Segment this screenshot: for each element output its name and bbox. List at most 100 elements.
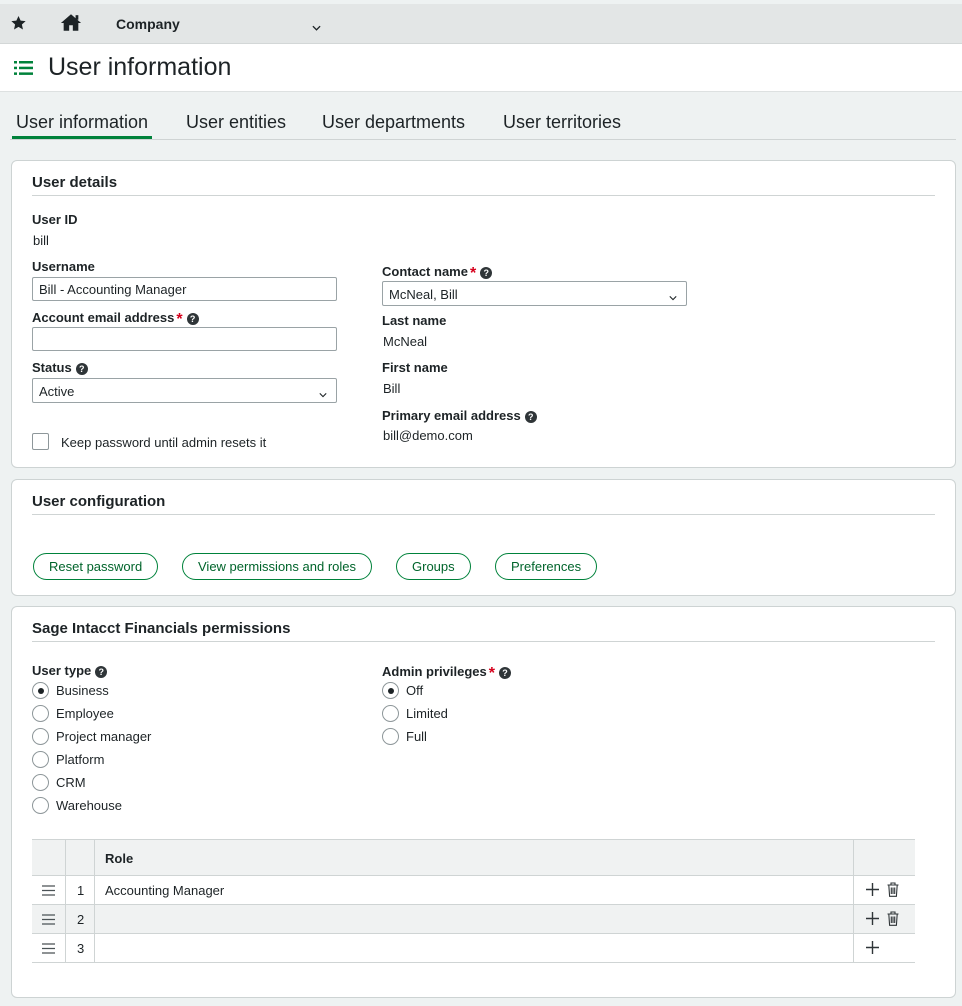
table-row: 1 Accounting Manager	[32, 876, 915, 905]
radio-button[interactable]	[382, 728, 399, 745]
grid-header-drag-cell	[32, 840, 66, 875]
help-icon[interactable]: ?	[480, 267, 493, 279]
help-icon[interactable]: ?	[498, 667, 511, 679]
email-label: Account email address *?	[32, 309, 199, 328]
required-asterisk: *	[176, 311, 183, 328]
radio-label: Off	[406, 683, 424, 698]
radio-label: CRM	[56, 775, 86, 790]
page-title: User information	[48, 53, 232, 81]
page-header: User information	[0, 44, 962, 92]
groups-button[interactable]: Groups	[396, 553, 471, 580]
trash-icon[interactable]	[887, 911, 899, 929]
radio-label: Employee	[56, 706, 114, 721]
contact-name-select-value: McNeal, Bill	[389, 287, 458, 302]
contact-name-select[interactable]: McNeal, Bill	[382, 281, 687, 306]
section-title: Sage Intacct Financials permissions	[32, 620, 935, 642]
favorites-star-icon[interactable]	[10, 15, 27, 34]
tab-user-entities[interactable]: User entities	[186, 112, 286, 139]
radio-button[interactable]	[32, 797, 49, 814]
role-cell[interactable]: Accounting Manager	[105, 883, 224, 898]
tab-user-departments[interactable]: User departments	[322, 112, 465, 139]
view-permissions-button[interactable]: View permissions and roles	[182, 553, 372, 580]
actions-cell	[853, 876, 915, 904]
first-name-label: First name	[382, 360, 448, 375]
radio-button[interactable]	[32, 751, 49, 768]
row-number: 2	[77, 912, 85, 927]
drag-handle-icon[interactable]	[42, 942, 55, 957]
keep-password-checkbox[interactable]	[32, 433, 49, 450]
radio-button[interactable]	[32, 682, 49, 699]
home-icon[interactable]	[60, 13, 82, 35]
drag-handle-icon[interactable]	[42, 884, 55, 899]
user-configuration-card: User configuration Reset password View p…	[11, 479, 956, 596]
radio-button[interactable]	[32, 705, 49, 722]
company-selector[interactable]: Company	[116, 16, 180, 32]
status-label: Status?	[32, 360, 88, 375]
drag-cell	[32, 876, 66, 904]
last-name-value: McNeal	[383, 334, 428, 349]
radio-label: Project manager	[56, 729, 152, 744]
last-name-label: Last name	[382, 313, 447, 328]
username-label: Username	[32, 259, 95, 274]
preferences-button[interactable]: Preferences	[495, 553, 598, 580]
radio-label: Full	[406, 729, 427, 744]
tab-bar: User information User entities User depa…	[10, 108, 956, 140]
reset-password-button[interactable]: Reset password	[33, 553, 159, 580]
drag-cell	[32, 905, 66, 933]
user-id-label: User ID	[32, 212, 78, 227]
user-type-label: User type?	[32, 663, 108, 678]
help-icon[interactable]: ?	[524, 411, 537, 423]
chevron-down-icon	[669, 289, 677, 304]
help-icon[interactable]: ?	[186, 313, 199, 325]
radio-button[interactable]	[382, 705, 399, 722]
add-row-icon[interactable]	[866, 941, 879, 957]
radio-label: Limited	[406, 706, 448, 721]
radio-button[interactable]	[382, 682, 399, 699]
section-title: User configuration	[32, 493, 935, 515]
help-icon[interactable]: ?	[75, 363, 88, 375]
admin-privileges-label-text: Admin privileges	[382, 664, 487, 679]
contact-name-label-text: Contact name	[382, 264, 468, 279]
actions-cell	[853, 905, 915, 933]
grid-header-row: Role	[32, 840, 915, 876]
email-input[interactable]	[32, 327, 337, 351]
help-icon[interactable]: ?	[95, 666, 108, 678]
row-number: 3	[77, 941, 85, 956]
user-id-value: bill	[33, 233, 49, 248]
tab-user-information[interactable]: User information	[12, 112, 153, 139]
admin-privileges-label: Admin privileges *?	[382, 663, 511, 682]
primary-email-label-text: Primary email address	[382, 408, 521, 423]
contact-name-label: Contact name *?	[382, 263, 493, 282]
email-label-text: Account email address	[32, 310, 175, 325]
table-row: 2	[32, 905, 915, 934]
required-asterisk: *	[469, 265, 477, 282]
keep-password-label: Keep password until admin resets it	[61, 435, 267, 450]
add-row-icon[interactable]	[866, 883, 879, 899]
required-asterisk: *	[488, 665, 495, 682]
radio-label: Business	[56, 683, 109, 698]
chevron-down-icon	[319, 386, 327, 401]
grid-header-num-cell	[66, 840, 95, 875]
status-label-text: Status	[32, 360, 72, 375]
primary-email-label: Primary email address?	[382, 408, 537, 423]
drag-cell	[32, 934, 66, 962]
tab-user-territories[interactable]: User territories	[503, 112, 621, 139]
status-select[interactable]: Active	[32, 378, 337, 403]
add-row-icon[interactable]	[866, 912, 879, 928]
num-cell: 1	[66, 876, 95, 904]
grid-header-actions-cell	[853, 840, 915, 875]
trash-icon[interactable]	[887, 882, 899, 900]
chevron-down-icon[interactable]	[312, 19, 321, 34]
drag-handle-icon[interactable]	[42, 913, 55, 928]
radio-button[interactable]	[32, 774, 49, 791]
role-column-header: Role	[105, 851, 134, 866]
first-name-value: Bill	[383, 381, 401, 396]
table-row: 3	[32, 934, 915, 963]
section-title: User details	[32, 174, 935, 196]
radio-label: Platform	[56, 752, 105, 767]
row-number: 1	[77, 883, 85, 898]
user-details-card: User details User ID bill Username Accou…	[11, 160, 956, 468]
username-input[interactable]	[32, 277, 337, 301]
radio-button[interactable]	[32, 728, 49, 745]
list-icon[interactable]	[14, 61, 33, 78]
